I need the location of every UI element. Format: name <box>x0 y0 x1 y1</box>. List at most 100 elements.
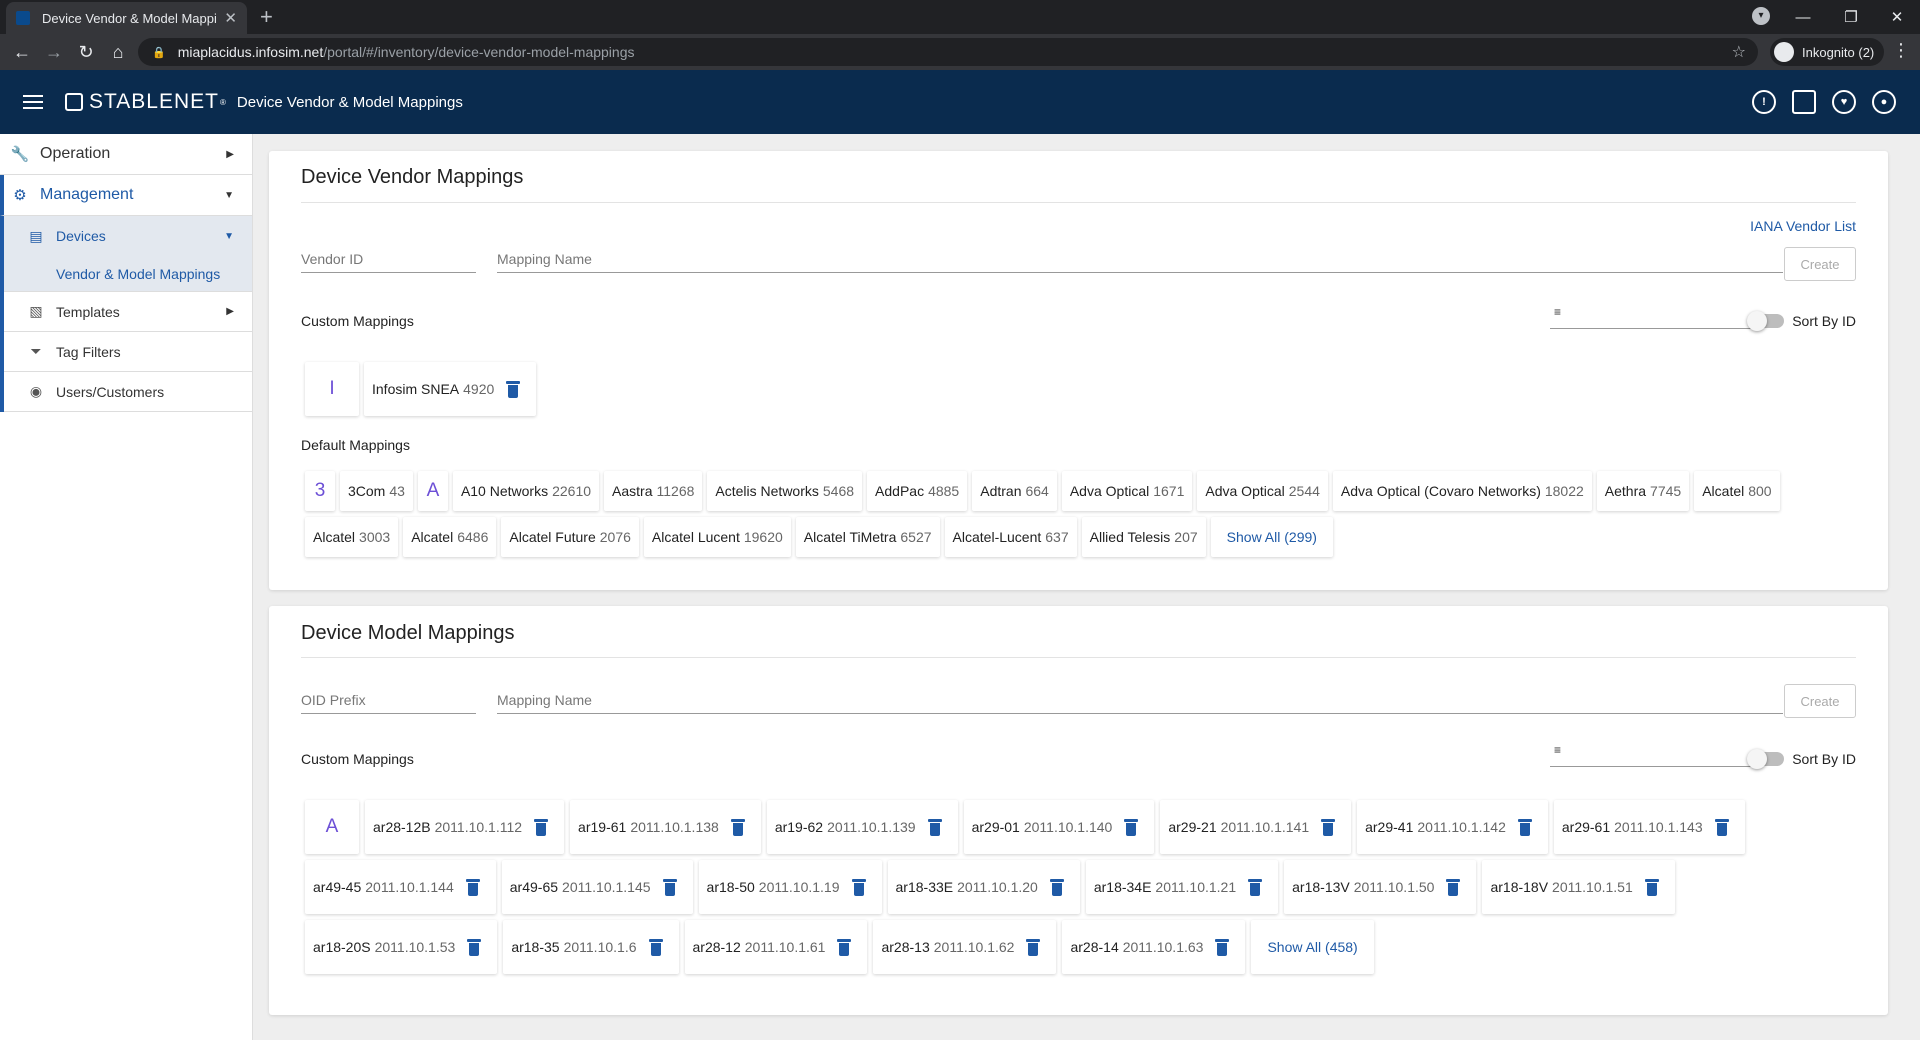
mapping-chip[interactable]: ar29-41 2011.10.1.142 <box>1357 800 1548 854</box>
mapping-chip[interactable]: Adtran 664 <box>972 471 1057 511</box>
mapping-chip[interactable]: ar18-35 2011.10.1.6 <box>503 920 679 974</box>
restore-icon[interactable]: ❐ <box>1828 0 1874 34</box>
delete-icon[interactable] <box>1248 878 1263 896</box>
close-window-icon[interactable]: ✕ <box>1874 0 1920 34</box>
toggle-track[interactable] <box>1747 749 1785 769</box>
mapping-chip[interactable]: ar28-12 2011.10.1.61 <box>684 920 868 974</box>
model-mapping-name-field[interactable] <box>497 688 1783 714</box>
bookmark-icon[interactable] <box>1792 90 1816 114</box>
mapping-chip[interactable]: ar18-18V 2011.10.1.51 <box>1482 860 1675 914</box>
mapping-chip[interactable]: ar18-20S 2011.10.1.53 <box>305 920 498 974</box>
close-tab-icon[interactable]: ✕ <box>224 9 237 27</box>
vendor-mapping-name-input[interactable] <box>497 247 1783 271</box>
iana-vendor-list-link[interactable]: IANA Vendor List <box>1750 218 1856 234</box>
mapping-chip[interactable]: ar29-01 2011.10.1.140 <box>963 800 1155 854</box>
mapping-chip[interactable]: AddPac 4885 <box>867 471 968 511</box>
delete-icon[interactable] <box>1049 878 1064 896</box>
mapping-chip[interactable]: Alcatel 800 <box>1694 471 1780 511</box>
reload-icon[interactable]: ↻ <box>74 40 98 64</box>
delete-icon[interactable] <box>1714 818 1729 836</box>
sidebar-item-management[interactable]: ⚙ Management ▼ <box>0 175 252 216</box>
mapping-chip[interactable]: A10 Networks 22610 <box>452 471 600 511</box>
browser-menu-icon[interactable]: ⋮ <box>1892 40 1910 61</box>
account-icon[interactable]: ● <box>1872 90 1896 114</box>
heart-pulse-icon[interactable]: ♥ <box>1832 90 1856 114</box>
sidebar-item-devices[interactable]: ▤ Devices ▼ <box>4 216 252 256</box>
mapping-chip[interactable]: 3Com 43 <box>340 471 413 511</box>
mapping-chip[interactable]: ar18-50 2011.10.1.19 <box>698 860 882 914</box>
mapping-chip[interactable]: Adva Optical 1671 <box>1061 471 1193 511</box>
mapping-chip[interactable]: ar28-14 2011.10.1.63 <box>1062 920 1246 974</box>
forward-icon[interactable]: → <box>42 40 66 64</box>
model-create-button[interactable]: Create <box>1784 684 1856 718</box>
sidebar-item-vendor-model-mappings[interactable]: Vendor & Model Mappings <box>4 256 252 292</box>
mapping-chip[interactable]: Adva Optical 2544 <box>1197 471 1328 511</box>
delete-icon[interactable] <box>1446 878 1461 896</box>
mapping-chip[interactable]: Alcatel Lucent 19620 <box>643 517 791 557</box>
delete-icon[interactable] <box>1321 818 1336 836</box>
delete-icon[interactable] <box>1644 878 1659 896</box>
menu-icon[interactable] <box>23 95 43 109</box>
delete-icon[interactable] <box>1215 938 1230 956</box>
mapping-chip[interactable]: Alcatel Future 2076 <box>501 517 639 557</box>
vendor-id-input[interactable] <box>301 247 476 271</box>
delete-icon[interactable] <box>465 878 480 896</box>
delete-icon[interactable] <box>467 938 482 956</box>
toggle-track[interactable] <box>1747 311 1785 331</box>
mapping-chip[interactable]: Allied Telesis 207 <box>1081 517 1206 557</box>
oid-prefix-input[interactable] <box>301 688 476 712</box>
delete-icon[interactable] <box>662 878 677 896</box>
tab-search-icon[interactable]: ▾ <box>1752 7 1770 25</box>
delete-icon[interactable] <box>1124 818 1139 836</box>
mapping-chip[interactable]: Aastra 11268 <box>604 471 703 511</box>
address-bar[interactable]: 🔒 miaplacidus.infosim.net /portal/#/inve… <box>138 38 1758 66</box>
minimize-icon[interactable]: — <box>1780 0 1826 34</box>
delete-icon[interactable] <box>1517 818 1532 836</box>
mapping-chip[interactable]: Alcatel-Lucent 637 <box>944 517 1077 557</box>
vendor-filter-input[interactable]: ≡ <box>1550 301 1751 329</box>
oid-prefix-field[interactable] <box>301 688 476 714</box>
sidebar-item-operation[interactable]: 🔧 Operation ▶ <box>0 134 252 175</box>
delete-icon[interactable] <box>648 938 663 956</box>
vendor-id-field[interactable] <box>301 247 476 273</box>
mapping-chip[interactable]: Alcatel 3003 <box>305 517 399 557</box>
mapping-chip[interactable]: ar28-12B 2011.10.1.112 <box>365 800 565 854</box>
vendor-mapping-name-field[interactable] <box>497 247 1783 273</box>
browser-tab[interactable]: Device Vendor & Model Mappings ✕ <box>6 2 247 34</box>
model-sort-by-id-toggle[interactable]: Sort By ID <box>1747 749 1856 769</box>
mapping-chip[interactable]: ar18-13V 2011.10.1.50 <box>1284 860 1477 914</box>
model-mapping-name-input[interactable] <box>497 688 1783 712</box>
model-filter-input[interactable]: ≡ <box>1550 739 1751 767</box>
mapping-chip[interactable]: Actelis Networks 5468 <box>707 471 863 511</box>
mapping-chip[interactable]: ar19-61 2011.10.1.138 <box>570 800 761 854</box>
mapping-chip[interactable]: Adva Optical (Covaro Networks) 18022 <box>1332 471 1592 511</box>
delete-icon[interactable] <box>851 878 866 896</box>
sidebar-item-tag-filters[interactable]: ⏷ Tag Filters <box>4 332 252 372</box>
mapping-chip[interactable]: Alcatel TiMetra 6527 <box>795 517 940 557</box>
mapping-chip[interactable]: ar49-65 2011.10.1.145 <box>501 860 693 914</box>
new-tab-icon[interactable]: + <box>260 4 273 30</box>
sidebar-item-templates[interactable]: ▧ Templates ▶ <box>4 292 252 332</box>
mapping-chip[interactable]: ar28-13 2011.10.1.62 <box>873 920 1057 974</box>
delete-icon[interactable] <box>730 818 745 836</box>
vendor-sort-by-id-toggle[interactable]: Sort By ID <box>1747 311 1856 331</box>
back-icon[interactable]: ← <box>10 40 34 64</box>
delete-icon[interactable] <box>837 938 852 956</box>
mapping-chip[interactable]: ar29-61 2011.10.1.143 <box>1553 800 1745 854</box>
mapping-chip[interactable]: ar49-45 2011.10.1.144 <box>305 860 496 914</box>
delete-icon[interactable] <box>1026 938 1041 956</box>
info-icon[interactable]: ! <box>1752 90 1776 114</box>
profile-button[interactable]: Inkognito (2) <box>1770 38 1885 66</box>
sidebar-item-users[interactable]: ◉ Users/Customers <box>4 372 252 412</box>
delete-icon[interactable] <box>534 818 549 836</box>
vendor-create-button[interactable]: Create <box>1784 247 1856 281</box>
show-all-button[interactable]: Show All (458) <box>1251 920 1374 974</box>
mapping-chip[interactable]: Alcatel 6486 <box>403 517 497 557</box>
mapping-chip[interactable]: Infosim SNEA 4920 <box>364 362 537 416</box>
mapping-chip[interactable]: ar29-21 2011.10.1.141 <box>1160 800 1352 854</box>
mapping-chip[interactable]: ar18-33E 2011.10.1.20 <box>887 860 1080 914</box>
mapping-chip[interactable]: ar19-62 2011.10.1.139 <box>766 800 958 854</box>
home-icon[interactable]: ⌂ <box>106 40 130 64</box>
mapping-chip[interactable]: Aethra 7745 <box>1596 471 1690 511</box>
delete-icon[interactable] <box>506 380 521 398</box>
